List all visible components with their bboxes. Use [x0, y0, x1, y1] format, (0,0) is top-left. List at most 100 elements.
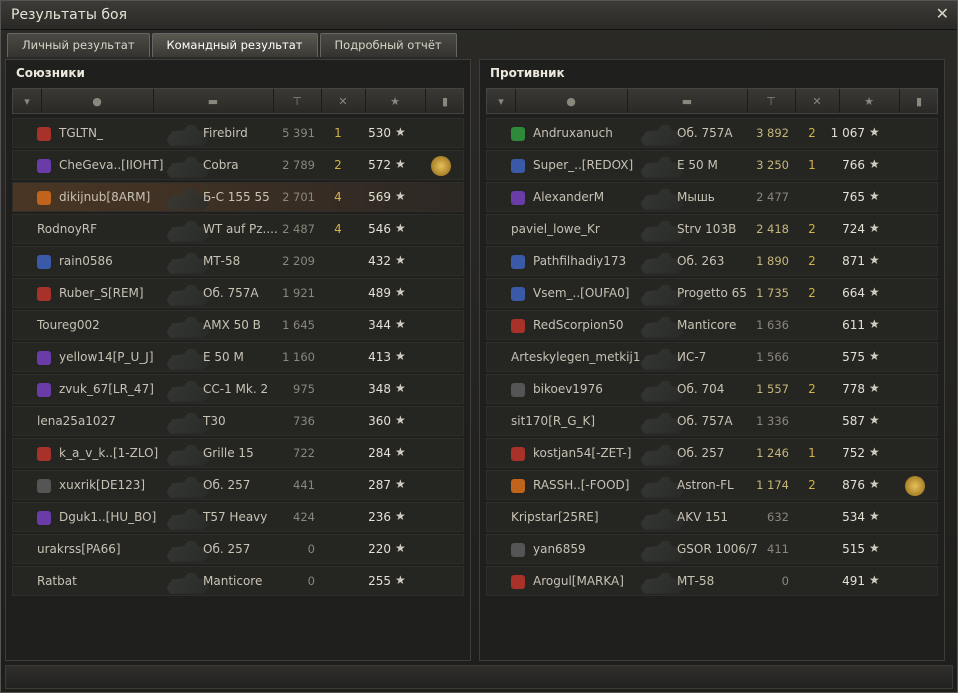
player-name[interactable]: Vsem_..[OUFA0]	[533, 286, 629, 300]
player-row[interactable]: yan6859 GSOR 1006/7 411 515 ★	[486, 534, 938, 564]
tank-name: Об. 757А	[203, 286, 259, 300]
medal-icon[interactable]	[431, 156, 451, 176]
damage-column-icon[interactable]: ⊤	[747, 89, 796, 113]
player-row[interactable]: Ruber_S[REM] Об. 757А 1 921 489 ★	[12, 278, 464, 308]
player-name[interactable]: AlexanderM	[533, 190, 604, 204]
frags-column-icon[interactable]: ✕	[795, 89, 840, 113]
player-column-icon[interactable]: ●	[515, 89, 628, 113]
player-column-icon[interactable]: ●	[41, 89, 154, 113]
star-icon: ★	[869, 477, 880, 491]
medal-column-icon[interactable]: ▮	[899, 89, 939, 113]
frags-column-icon[interactable]: ✕	[321, 89, 366, 113]
close-icon[interactable]: ✕	[936, 4, 949, 23]
player-name[interactable]: yan6859	[533, 542, 586, 556]
player-row[interactable]: dikijnub[8ARM] Б-С 155 55 2 701 4 569 ★	[12, 182, 464, 212]
tank-column-icon[interactable]: ▬	[627, 89, 748, 113]
player-row[interactable]: Super_..[REDOX] E 50 M 3 250 1 766 ★	[486, 150, 938, 180]
player-name[interactable]: yellow14[P_U_J]	[59, 350, 154, 364]
player-name[interactable]: rain0586	[59, 254, 113, 268]
player-row[interactable]: Arteskylegen_metkij1 ИС-7 1 566 575 ★	[486, 342, 938, 372]
player-row[interactable]: Toureg002 AMX 50 B 1 645 344 ★	[12, 310, 464, 340]
xp-column-icon[interactable]: ★	[365, 89, 426, 113]
squad-column-icon[interactable]: ▾	[13, 89, 42, 113]
player-name[interactable]: Toureg002	[37, 318, 100, 332]
player-name[interactable]: dikijnub[8ARM]	[59, 190, 150, 204]
star-icon: ★	[869, 317, 880, 331]
xp-value: 413	[368, 350, 391, 364]
player-row[interactable]: kostjan54[-ZET-] Об. 257 1 246 1 752 ★	[486, 438, 938, 468]
xp-value: 587	[842, 414, 865, 428]
player-name[interactable]: RodnoyRF	[37, 222, 97, 236]
player-row[interactable]: k_a_v_k..[1-ZLO] Grille 15 722 284 ★	[12, 438, 464, 468]
player-name[interactable]: lena25a1027	[37, 414, 116, 428]
player-name[interactable]: k_a_v_k..[1-ZLO]	[59, 446, 158, 460]
player-name[interactable]: sit170[R_G_K]	[511, 414, 595, 428]
player-row[interactable]: Andruxanuch Об. 757А 3 892 2 1 067 ★	[486, 118, 938, 148]
player-name[interactable]: urakrss[PA66]	[37, 542, 121, 556]
player-name[interactable]: Arogul[MARKA]	[533, 574, 624, 588]
player-name[interactable]: Andruxanuch	[533, 126, 613, 140]
player-name[interactable]: Ratbat	[37, 574, 77, 588]
player-row[interactable]: sit170[R_G_K] Об. 757А 1 336 587 ★	[486, 406, 938, 436]
xp-value: 546	[368, 222, 391, 236]
player-row[interactable]: Ratbat Manticore 0 255 ★	[12, 566, 464, 596]
tank-column-icon[interactable]: ▬	[153, 89, 274, 113]
damage-value: 1 636	[756, 318, 789, 332]
player-name[interactable]: xuxrik[DE123]	[59, 478, 145, 492]
medal-column-icon[interactable]: ▮	[425, 89, 465, 113]
player-row[interactable]: lena25a1027 T30 736 360 ★	[12, 406, 464, 436]
player-name[interactable]: TGLTN_	[59, 126, 103, 140]
tab-2[interactable]: Подробный отчёт	[319, 33, 457, 57]
squad-column-icon[interactable]: ▾	[487, 89, 516, 113]
player-name[interactable]: zvuk_67[LR_47]	[59, 382, 154, 396]
player-row[interactable]: AlexanderM Мышь 2 477 765 ★	[486, 182, 938, 212]
player-row[interactable]: RASSH..[-FOOD] Astron-FL 1 174 2 876 ★	[486, 470, 938, 500]
player-row[interactable]: paviel_lowe_Kr Strv 103B 2 418 2 724 ★	[486, 214, 938, 244]
player-row[interactable]: bikoev1976 Об. 704 1 557 2 778 ★	[486, 374, 938, 404]
xp-column-icon[interactable]: ★	[839, 89, 900, 113]
player-name[interactable]: Ruber_S[REM]	[59, 286, 144, 300]
damage-value: 2 487	[282, 222, 315, 236]
player-row[interactable]: RedScorpion50 Manticore 1 636 611 ★	[486, 310, 938, 340]
star-icon: ★	[869, 157, 880, 171]
player-name[interactable]: Kripstar[25RE]	[511, 510, 599, 524]
player-name[interactable]: Arteskylegen_metkij1	[511, 350, 640, 364]
star-icon: ★	[869, 445, 880, 459]
tank-name: Об. 704	[677, 382, 725, 396]
tab-0[interactable]: Личный результат	[7, 33, 150, 57]
player-name[interactable]: Pathfilhadiy173	[533, 254, 626, 268]
damage-value: 1 336	[756, 414, 789, 428]
player-name[interactable]: RASSH..[-FOOD]	[533, 478, 629, 492]
xp-value: 515	[842, 542, 865, 556]
player-name[interactable]: CheGeva..[IIOHT]	[59, 158, 163, 172]
player-row[interactable]: Dguk1..[HU_BO] T57 Heavy 424 236 ★	[12, 502, 464, 532]
tab-1[interactable]: Командный результат	[151, 33, 318, 57]
player-row[interactable]: zvuk_67[LR_47] CC-1 Mk. 2 975 348 ★	[12, 374, 464, 404]
player-name[interactable]: Super_..[REDOX]	[533, 158, 633, 172]
clan-badge-icon	[37, 255, 51, 269]
player-row[interactable]: RodnoyRF WT auf Pz.... 2 487 4 546 ★	[12, 214, 464, 244]
star-icon: ★	[395, 509, 406, 523]
player-row[interactable]: yellow14[P_U_J] E 50 M 1 160 413 ★	[12, 342, 464, 372]
player-row[interactable]: rain0586 МТ-58 2 209 432 ★	[12, 246, 464, 276]
player-row[interactable]: Kripstar[25RE] AKV 151 632 534 ★	[486, 502, 938, 532]
star-icon: ★	[869, 253, 880, 267]
player-row[interactable]: Arogul[MARKA] МТ-58 0 491 ★	[486, 566, 938, 596]
clan-badge-icon	[37, 191, 51, 205]
clan-badge-icon	[511, 255, 525, 269]
star-icon: ★	[395, 189, 406, 203]
player-row[interactable]: xuxrik[DE123] Об. 257 441 287 ★	[12, 470, 464, 500]
player-name[interactable]: bikoev1976	[533, 382, 603, 396]
player-row[interactable]: Pathfilhadiy173 Об. 263 1 890 2 871 ★	[486, 246, 938, 276]
player-row[interactable]: CheGeva..[IIOHT] Cobra 2 789 2 572 ★	[12, 150, 464, 180]
player-row[interactable]: TGLTN_ Firebird 5 391 1 530 ★	[12, 118, 464, 148]
clan-badge-icon	[511, 383, 525, 397]
player-row[interactable]: Vsem_..[OUFA0] Progetto 65 1 735 2 664 ★	[486, 278, 938, 308]
player-name[interactable]: RedScorpion50	[533, 318, 623, 332]
player-name[interactable]: paviel_lowe_Kr	[511, 222, 600, 236]
damage-column-icon[interactable]: ⊤	[273, 89, 322, 113]
player-name[interactable]: Dguk1..[HU_BO]	[59, 510, 156, 524]
player-row[interactable]: urakrss[PA66] Об. 257 0 220 ★	[12, 534, 464, 564]
medal-icon[interactable]	[905, 476, 925, 496]
player-name[interactable]: kostjan54[-ZET-]	[533, 446, 631, 460]
